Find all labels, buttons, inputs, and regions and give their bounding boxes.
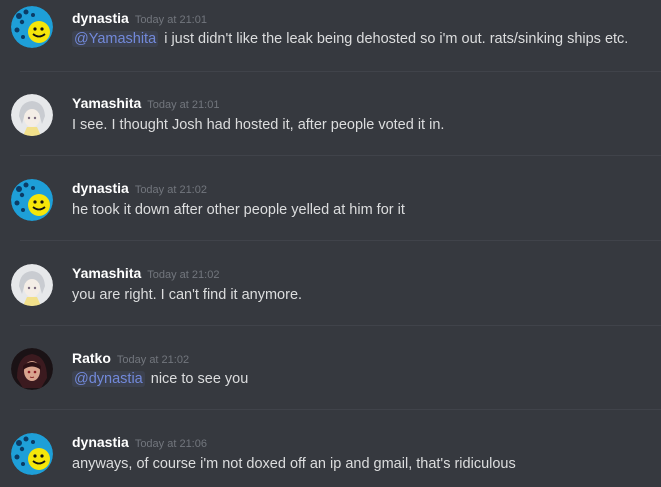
- chat-messages: dynastia Today at 21:01 @Yamashita i just…: [0, 0, 661, 487]
- message-divider: [20, 71, 661, 72]
- timestamp[interactable]: Today at 21:02: [135, 184, 207, 196]
- timestamp[interactable]: Today at 21:06: [135, 438, 207, 450]
- message-divider: [20, 155, 661, 156]
- message-divider: [20, 409, 661, 410]
- user-mention[interactable]: @Yamashita: [72, 31, 159, 47]
- timestamp[interactable]: Today at 21:02: [147, 269, 219, 281]
- message-text: i just didn't like the leak being dehost…: [164, 31, 629, 47]
- message-item: dynastia Today at 21:01 @Yamashita i just…: [0, 0, 661, 70]
- message-header: Ratko Today at 21:02: [72, 350, 189, 368]
- username[interactable]: Yamashita: [72, 95, 141, 111]
- message-content: anyways, of course i'm not doxed off an …: [72, 456, 516, 472]
- user-mention[interactable]: @dynastia: [72, 371, 145, 387]
- message-item: Yamashita Today at 21:02 you are right. I…: [0, 255, 661, 325]
- timestamp[interactable]: Today at 21:01: [147, 99, 219, 111]
- yamashita-avatar-icon[interactable]: [11, 264, 53, 306]
- message-item: dynastia Today at 21:02 he took it down a…: [0, 170, 661, 240]
- message-item: Yamashita Today at 21:01 I see. I thought…: [0, 85, 661, 155]
- timestamp[interactable]: Today at 21:02: [117, 354, 189, 366]
- username[interactable]: Yamashita: [72, 265, 141, 281]
- message-text: he took it down after other people yelle…: [72, 202, 405, 218]
- yamashita-avatar-icon[interactable]: [11, 94, 53, 136]
- ratko-avatar-icon[interactable]: [11, 348, 53, 390]
- message-text: I see. I thought Josh had hosted it, aft…: [72, 117, 445, 133]
- message-item: Ratko Today at 21:02 @dynastia nice to se…: [0, 340, 661, 410]
- username[interactable]: dynastia: [72, 10, 129, 26]
- timestamp[interactable]: Today at 21:01: [135, 14, 207, 26]
- dynastia-avatar-icon[interactable]: [11, 433, 53, 475]
- message-content: I see. I thought Josh had hosted it, aft…: [72, 117, 444, 133]
- message-divider: [20, 240, 661, 241]
- dynastia-avatar-icon[interactable]: [11, 6, 53, 48]
- dynastia-avatar-icon[interactable]: [11, 179, 53, 221]
- message-text: nice to see you: [150, 371, 249, 387]
- message-text: anyways, of course i'm not doxed off an …: [72, 456, 516, 472]
- message-header: dynastia Today at 21:01: [72, 10, 207, 28]
- message-header: dynastia Today at 21:02: [72, 180, 207, 198]
- message-content: he took it down after other people yelle…: [72, 202, 405, 218]
- message-content: you are right. I can't find it anymore.: [72, 287, 302, 303]
- message-header: Yamashita Today at 21:02: [72, 265, 219, 283]
- message-content: @dynastia nice to see you: [72, 371, 248, 387]
- username[interactable]: Ratko: [72, 350, 111, 366]
- message-text: you are right. I can't find it anymore.: [72, 287, 303, 303]
- message-header: Yamashita Today at 21:01: [72, 95, 219, 113]
- message-content: @Yamashita i just didn't like the leak b…: [72, 31, 628, 47]
- message-item: dynastia Today at 21:06 anyways, of cours…: [0, 425, 661, 487]
- message-header: dynastia Today at 21:06: [72, 434, 207, 452]
- message-divider: [20, 325, 661, 326]
- username[interactable]: dynastia: [72, 434, 129, 450]
- username[interactable]: dynastia: [72, 180, 129, 196]
